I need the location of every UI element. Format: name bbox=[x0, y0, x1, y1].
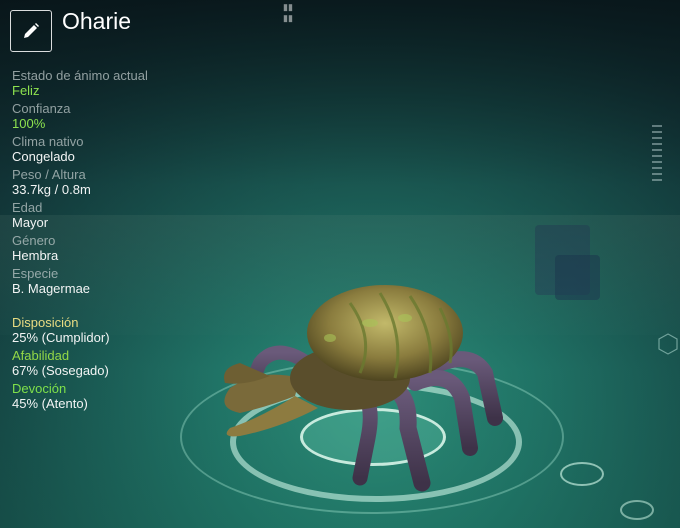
creature-model[interactable] bbox=[200, 278, 520, 508]
stat-value-mood: Feliz bbox=[12, 83, 40, 98]
stat-value-age: Mayor bbox=[12, 215, 49, 230]
stat-label-climate: Clima nativo bbox=[12, 134, 84, 149]
stat-value-species: B. Magermae bbox=[12, 281, 91, 296]
edit-name-button[interactable] bbox=[10, 10, 52, 52]
stat-value-trust: 100% bbox=[12, 116, 46, 131]
platform-ring-small bbox=[560, 462, 604, 486]
stat-value-weight-height: 33.7kg / 0.8m bbox=[12, 182, 91, 197]
hex-outline-icon bbox=[658, 333, 678, 355]
trait-label-devotion: Devoción bbox=[12, 381, 67, 396]
stat-label-trust: Confianza bbox=[12, 101, 71, 116]
trait-value-devotion: 45% (Atento) bbox=[12, 396, 88, 411]
creature-name: Oharie bbox=[62, 8, 132, 34]
trait-label-disposition: Disposición bbox=[12, 315, 79, 330]
hud-bar-decoration bbox=[652, 125, 662, 181]
stat-value-climate: Congelado bbox=[12, 149, 75, 164]
stat-label-species: Especie bbox=[12, 266, 59, 281]
trait-label-affability: Afabilidad bbox=[12, 348, 70, 363]
stat-label-mood: Estado de ánimo actual bbox=[12, 68, 148, 83]
pencil-icon bbox=[24, 23, 39, 38]
stat-label-age: Edad bbox=[12, 200, 43, 215]
stat-label-gender: Género bbox=[12, 233, 56, 248]
platform-ring-small bbox=[620, 500, 654, 520]
creature-stats-panel: Estado de ánimo actual Feliz Confianza 1… bbox=[12, 66, 232, 414]
trait-value-affability: 67% (Sosegado) bbox=[12, 363, 109, 378]
stat-label-weight-height: Peso / Altura bbox=[12, 167, 86, 182]
trait-value-disposition: 25% (Cumplidor) bbox=[12, 330, 110, 345]
hud-decoration: ▮▮ ▮▮ bbox=[283, 2, 293, 23]
stat-value-gender: Hembra bbox=[12, 248, 59, 263]
